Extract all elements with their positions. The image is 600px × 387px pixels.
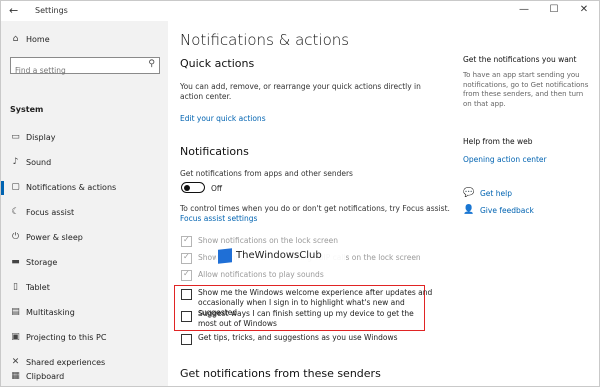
sounds-checkbox[interactable] bbox=[181, 269, 192, 281]
sidebar-item-label: Multitasking bbox=[26, 308, 75, 317]
sidebar-item-label: Sound bbox=[26, 158, 52, 167]
sounds-label: Allow notifications to play sounds bbox=[198, 270, 324, 279]
settings-window: ← Settings — ☐ ✕ ⌂ Home ⚲ System ▭ Displ… bbox=[0, 0, 600, 387]
edit-quick-actions-link[interactable]: Edit your quick actions bbox=[180, 114, 266, 123]
sidebar-item-label: Power & sleep bbox=[26, 233, 83, 242]
get-notifications-text: To have an app start sending you notific… bbox=[463, 71, 589, 108]
notifications-heading: Notifications bbox=[180, 145, 249, 158]
focus-assist-icon: ☾ bbox=[11, 207, 20, 217]
sidebar-item-label: Clipboard bbox=[26, 372, 65, 381]
tablet-icon: ▯ bbox=[13, 282, 18, 292]
projecting-icon: ▣ bbox=[11, 332, 20, 342]
search-input[interactable] bbox=[11, 64, 144, 77]
section-header-system: System bbox=[10, 105, 44, 114]
minimize-button[interactable]: — bbox=[509, 1, 539, 21]
lock-screen-checkbox[interactable] bbox=[181, 235, 192, 247]
sidebar-item-display[interactable]: ▭ Display bbox=[1, 128, 168, 148]
sidebar-item-home[interactable]: ⌂ Home bbox=[1, 30, 168, 50]
sidebar-item-label: Storage bbox=[26, 258, 58, 267]
clipboard-icon: ▦ bbox=[11, 371, 20, 381]
senders-heading: Get notifications from these senders bbox=[180, 367, 381, 380]
storage-icon: ▬ bbox=[11, 257, 20, 267]
welcome-experience-checkbox[interactable] bbox=[181, 289, 192, 300]
title-bar: ← Settings — ☐ ✕ bbox=[1, 1, 599, 21]
notifications-toggle[interactable] bbox=[181, 182, 205, 193]
sidebar-item-label: Home bbox=[26, 35, 50, 44]
page-title: Notifications & actions bbox=[180, 31, 350, 49]
sidebar-item-sound[interactable]: ♪ Sound bbox=[1, 153, 168, 173]
close-button[interactable]: ✕ bbox=[569, 1, 599, 21]
get-notifications-heading: Get the notifications you want bbox=[463, 55, 577, 64]
sidebar-item-power[interactable]: ⏻ Power & sleep bbox=[1, 228, 168, 248]
maximize-button[interactable]: ☐ bbox=[539, 1, 569, 21]
tips-checkbox[interactable] bbox=[181, 334, 192, 345]
window-controls: — ☐ ✕ bbox=[509, 1, 599, 21]
power-icon: ⏻ bbox=[11, 232, 20, 242]
watermark: TheWindowsClub bbox=[216, 248, 346, 264]
focus-assist-settings-link[interactable]: Focus assist settings bbox=[180, 214, 257, 223]
search-box[interactable]: ⚲ bbox=[10, 57, 160, 77]
opening-action-center-link[interactable]: Opening action center bbox=[463, 155, 547, 164]
get-help-icon: 💬 bbox=[463, 188, 475, 198]
sidebar-item-notifications[interactable]: ▢ Notifications & actions bbox=[1, 178, 168, 198]
sidebar-item-tablet[interactable]: ▯ Tablet bbox=[1, 278, 168, 298]
sidebar-item-clipboard[interactable]: ▦ Clipboard bbox=[1, 367, 168, 386]
sidebar-item-label: Focus assist bbox=[26, 208, 75, 217]
watermark-text: TheWindowsClub bbox=[236, 250, 322, 261]
sidebar-item-focus-assist[interactable]: ☾ Focus assist bbox=[1, 203, 168, 223]
focus-assist-text: To control times when you do or don't ge… bbox=[180, 204, 450, 213]
sidebar-item-projecting[interactable]: ▣ Projecting to this PC bbox=[1, 328, 168, 348]
sidebar-item-label: Tablet bbox=[26, 283, 50, 292]
toggle-knob bbox=[184, 184, 190, 191]
sidebar-item-storage[interactable]: ▬ Storage bbox=[1, 253, 168, 273]
display-icon: ▭ bbox=[11, 132, 20, 142]
notifications-icon: ▢ bbox=[11, 182, 20, 192]
quick-actions-description: You can add, remove, or rearrange your q… bbox=[180, 82, 421, 101]
window-title: Settings bbox=[35, 6, 68, 15]
search-icon[interactable]: ⚲ bbox=[148, 59, 155, 69]
sound-icon: ♪ bbox=[12, 157, 19, 167]
suggest-setup-checkbox[interactable] bbox=[181, 311, 192, 322]
lock-screen-label: Show notifications on the lock screen bbox=[198, 236, 338, 245]
sidebar-item-label: Shared experiences bbox=[26, 358, 106, 367]
suggest-setup-label: Suggest ways I can finish setting up my … bbox=[198, 309, 414, 328]
reminders-checkbox[interactable] bbox=[181, 252, 192, 264]
sidebar-item-label: Display bbox=[26, 133, 56, 142]
watermark-logo-icon bbox=[218, 248, 232, 264]
give-feedback-link[interactable]: Give feedback bbox=[480, 206, 534, 215]
toggle-state-label: Off bbox=[211, 184, 223, 193]
sidebar-item-label: Notifications & actions bbox=[26, 183, 117, 192]
sidebar-item-multitasking[interactable]: ▤ Multitasking bbox=[1, 303, 168, 323]
get-help-link[interactable]: Get help bbox=[480, 189, 512, 198]
back-arrow-icon[interactable]: ← bbox=[9, 4, 18, 17]
help-from-web-heading: Help from the web bbox=[463, 137, 533, 146]
sidebar: ⌂ Home ⚲ System ▭ Display ♪ Sound ▢ Noti… bbox=[1, 21, 168, 386]
multitasking-icon: ▤ bbox=[11, 307, 20, 317]
home-icon: ⌂ bbox=[12, 34, 19, 44]
feedback-icon: 👤 bbox=[463, 205, 475, 215]
tips-label: Get tips, tricks, and suggestions as you… bbox=[198, 333, 398, 342]
sidebar-item-label: Projecting to this PC bbox=[26, 333, 107, 342]
quick-actions-heading: Quick actions bbox=[180, 57, 255, 70]
notifications-from-apps-label: Get notifications from apps and other se… bbox=[180, 169, 353, 178]
